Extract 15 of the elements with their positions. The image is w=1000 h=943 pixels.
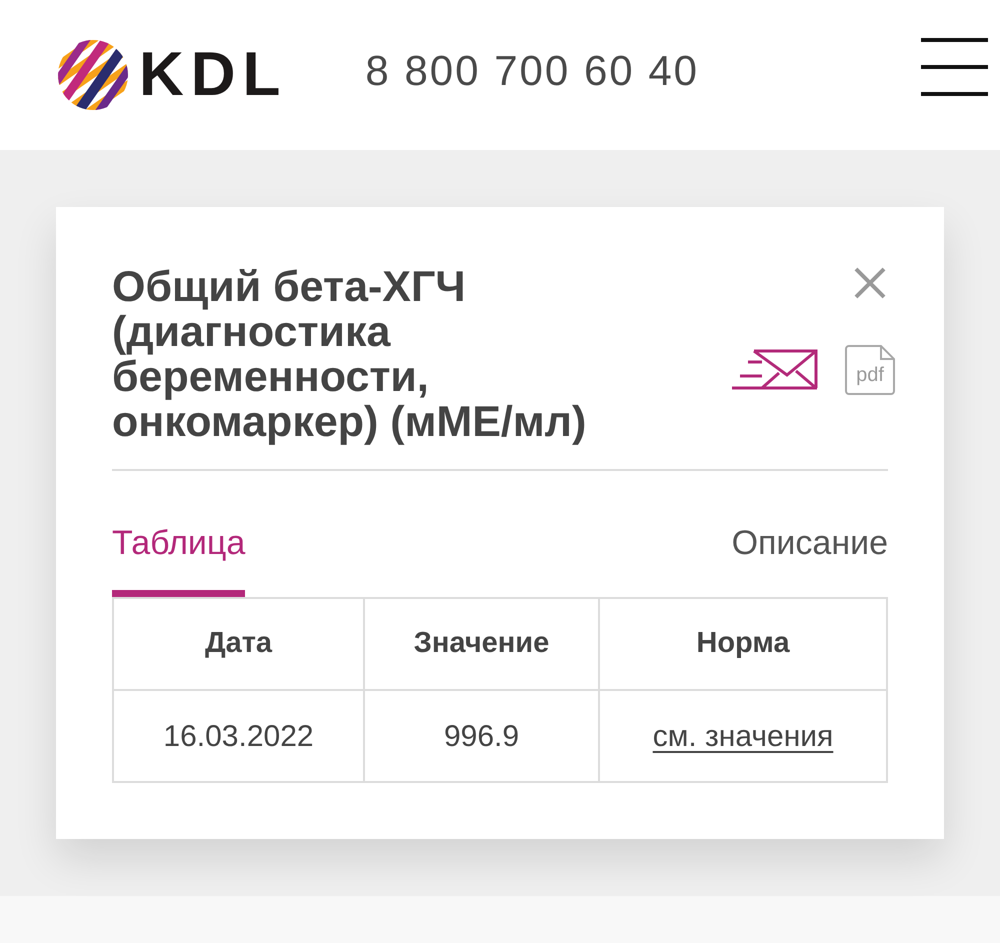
column-header: Дата [114,599,365,689]
tab[interactable]: Таблица [112,523,246,597]
test-title: Общий бета-ХГЧ (диагностика беременности, онкомаркер) (мМЕ/мл) [112,265,588,445]
table-cell: 996.9 [365,691,600,781]
close-icon[interactable] [854,267,886,299]
column-header: Значение [365,599,600,689]
menu-icon[interactable] [921,38,988,96]
send-email-button[interactable] [732,349,818,391]
table-cell: 16.03.2022 [114,691,365,781]
envelope-icon [732,349,818,391]
tab[interactable]: Описание [732,523,888,597]
column-header: Норма [695,626,791,662]
phone-link[interactable]: 8 800 700 60 40 [365,50,700,92]
reference-values-link[interactable]: см. значения [652,714,834,758]
logo-text: KDL [139,44,288,106]
